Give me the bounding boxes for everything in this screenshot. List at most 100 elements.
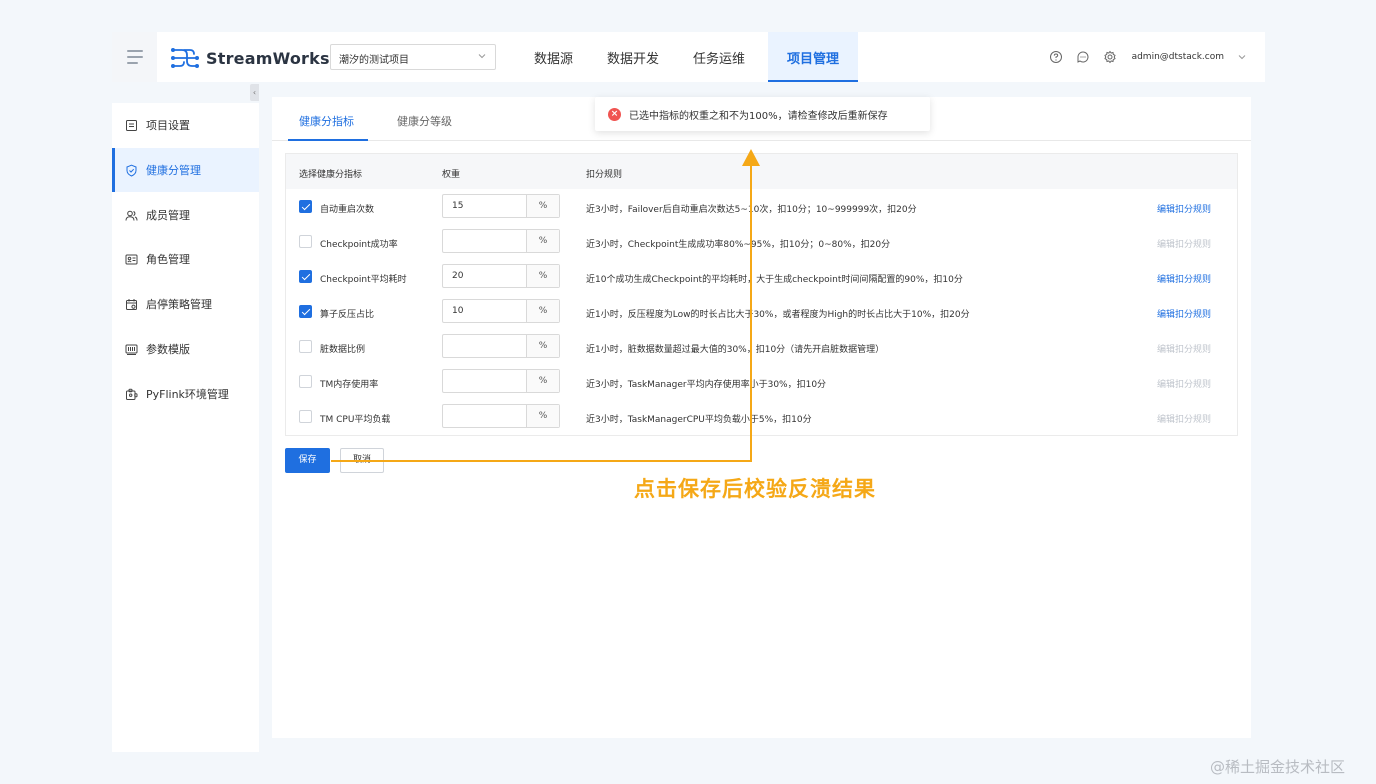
shield-icon [126,164,137,177]
sidebar-item-pyflink-env[interactable]: PyFlink环境管理 [112,372,259,416]
sidebar-item-label: 项目设置 [146,119,190,132]
indicator-name: TM内存使用率 [320,380,379,390]
row-checkbox[interactable] [299,375,312,388]
sidebar-item-label: 启停策略管理 [146,298,212,311]
sidebar-item-param-template[interactable]: 参数模版 [112,327,259,371]
weight-unit: % [527,265,559,287]
weight-value[interactable] [443,230,527,252]
weight-input[interactable]: % [442,404,560,428]
table-header: 选择健康分指标 权重 扣分规则 [286,154,1237,189]
indicator-name: Checkpoint成功率 [320,240,398,250]
deduction-rule: 近1小时，反压程度为Low的时长占比大于30%，或者程度为High的时长占比大于… [586,310,970,320]
weight-input[interactable]: % [442,369,560,393]
weight-input[interactable]: % [442,334,560,358]
sidebar-item-health-score[interactable]: 健康分管理 [112,148,259,192]
health-indicator-table: 选择健康分指标 权重 扣分规则 自动重启次数 15% 近3小时，Failover… [285,153,1238,436]
weight-unit: % [527,405,559,427]
weight-value[interactable]: 20 [443,265,527,287]
weight-value[interactable] [443,335,527,357]
save-button[interactable]: 保存 [285,448,330,473]
indicator-name: 脏数据比例 [320,345,366,355]
sidebar-item-project-settings[interactable]: 项目设置 [112,103,259,147]
weight-unit: % [527,195,559,217]
cancel-button[interactable]: 取消 [340,448,384,473]
edit-rule-link[interactable]: 编辑扣分规则 [1157,307,1211,320]
users-icon [125,210,138,221]
edit-rule-link[interactable]: 编辑扣分规则 [1157,202,1211,215]
sidebar-item-roles[interactable]: 角色管理 [112,237,259,281]
weight-value[interactable]: 15 [443,195,527,217]
sidebar-item-start-stop-policy[interactable]: 启停策略管理 [112,282,259,326]
project-select-value: 潮汐的测试项目 [339,55,409,66]
settings-doc-icon [126,119,137,131]
help-icon[interactable] [1049,50,1063,64]
weight-unit: % [527,230,559,252]
row-checkbox[interactable] [299,235,312,248]
weight-value[interactable] [443,370,527,392]
user-account[interactable]: admin@dtstack.com [1132,52,1224,62]
id-card-icon [125,254,138,264]
nav-task-ops[interactable]: 任务运维 [676,32,762,82]
deduction-rule: 近3小时，Failover后自动重启次数达5~10次，扣10分；10~99999… [586,205,917,215]
table-row: Checkpoint成功率 % 近3小时，Checkpoint生成成功率80%~… [286,224,1237,259]
column-header: 权重 [442,170,461,180]
sidebar-item-label: 健康分管理 [146,164,201,177]
column-header: 选择健康分指标 [299,170,363,180]
chevron-down-icon[interactable] [1237,52,1247,62]
error-toast: × 已选中指标的权重之和不为100%，请检查修改后重新保存 [595,97,930,131]
weight-input[interactable]: 10% [442,299,560,323]
annotation-text: 点击保存后校验反溃结果 [634,477,876,501]
weight-input[interactable]: 20% [442,264,560,288]
deduction-rule: 近3小时，Checkpoint生成成功率80%~95%，扣10分；0~80%，扣… [586,240,891,250]
watermark: @稀土掘金技术社区 [1210,758,1346,776]
row-checkbox[interactable] [299,200,312,213]
sidebar-collapse-button[interactable]: ‹ [250,84,259,101]
main-nav: 数据源 数据开发 任务运维 项目管理 [517,32,859,82]
table-row: 脏数据比例 % 近1小时，脏数据数量超过最大值的30%，扣10分（请先开启脏数据… [286,329,1237,364]
sidebar-item-members[interactable]: 成员管理 [112,193,259,237]
indicator-name: Checkpoint平均耗时 [320,275,407,285]
sidebar: 项目设置 健康分管理 成员管理 角色管理 启停策略管理 参数模版 PyFlink… [112,103,259,752]
sidebar-item-label: PyFlink环境管理 [146,388,229,401]
edit-rule-link: 编辑扣分规则 [1157,415,1212,425]
column-header: 扣分规则 [586,170,623,180]
deduction-rule: 近1小时，脏数据数量超过最大值的30%，扣10分（请先开启脏数据管理） [586,345,885,355]
indicator-name: TM CPU平均负载 [320,415,391,425]
weight-value[interactable]: 10 [443,300,527,322]
top-bar: StreamWorks 潮汐的测试项目 数据源 数据开发 任务运维 项目管理 a… [112,32,1265,82]
edit-rule-link: 编辑扣分规则 [1157,380,1212,390]
weight-input[interactable]: % [442,229,560,253]
nav-datasource[interactable]: 数据源 [517,32,590,82]
table-row: TM CPU平均负载 % 近3小时，TaskManagerCPU平均负载小于5%… [286,399,1237,434]
row-checkbox[interactable] [299,270,312,283]
main-content: 健康分指标 健康分等级 选择健康分指标 权重 扣分规则 自动重启次数 15% 近… [272,97,1251,738]
message-icon[interactable] [1076,50,1090,64]
weight-unit: % [527,370,559,392]
streamworks-logo-icon [171,48,199,68]
tab-health-indicators[interactable]: 健康分指标 [299,113,354,129]
chevron-down-icon [478,54,486,59]
deduction-rule: 近3小时，TaskManagerCPU平均负载小于5%，扣10分 [586,415,812,425]
row-checkbox[interactable] [299,305,312,318]
tab-health-levels[interactable]: 健康分等级 [397,113,452,129]
sidebar-item-label: 成员管理 [146,209,190,222]
app-name: StreamWorks [206,48,330,68]
weight-value[interactable] [443,405,527,427]
table-row: Checkpoint平均耗时 20% 近10个成功生成Checkpoint的平均… [286,259,1237,294]
logo[interactable]: StreamWorks [170,44,330,72]
gear-icon[interactable] [1103,50,1117,64]
edit-rule-link: 编辑扣分规则 [1157,240,1212,250]
deduction-rule: 近3小时，TaskManager平均内存使用率小于30%，扣10分 [586,380,827,390]
row-checkbox[interactable] [299,340,312,353]
puzzle-icon [126,388,138,400]
row-checkbox[interactable] [299,410,312,423]
table-row: 算子反压占比 10% 近1小时，反压程度为Low的时长占比大于30%，或者程度为… [286,294,1237,329]
calendar-icon [126,298,137,310]
nav-project-mgmt[interactable]: 项目管理 [768,32,859,82]
edit-rule-link[interactable]: 编辑扣分规则 [1157,272,1211,285]
table-row: 自动重启次数 15% 近3小时，Failover后自动重启次数达5~10次，扣1… [286,189,1237,224]
weight-input[interactable]: 15% [442,194,560,218]
menu-toggle-button[interactable] [112,32,157,82]
nav-data-dev[interactable]: 数据开发 [590,32,676,82]
project-select[interactable]: 潮汐的测试项目 [330,44,496,70]
